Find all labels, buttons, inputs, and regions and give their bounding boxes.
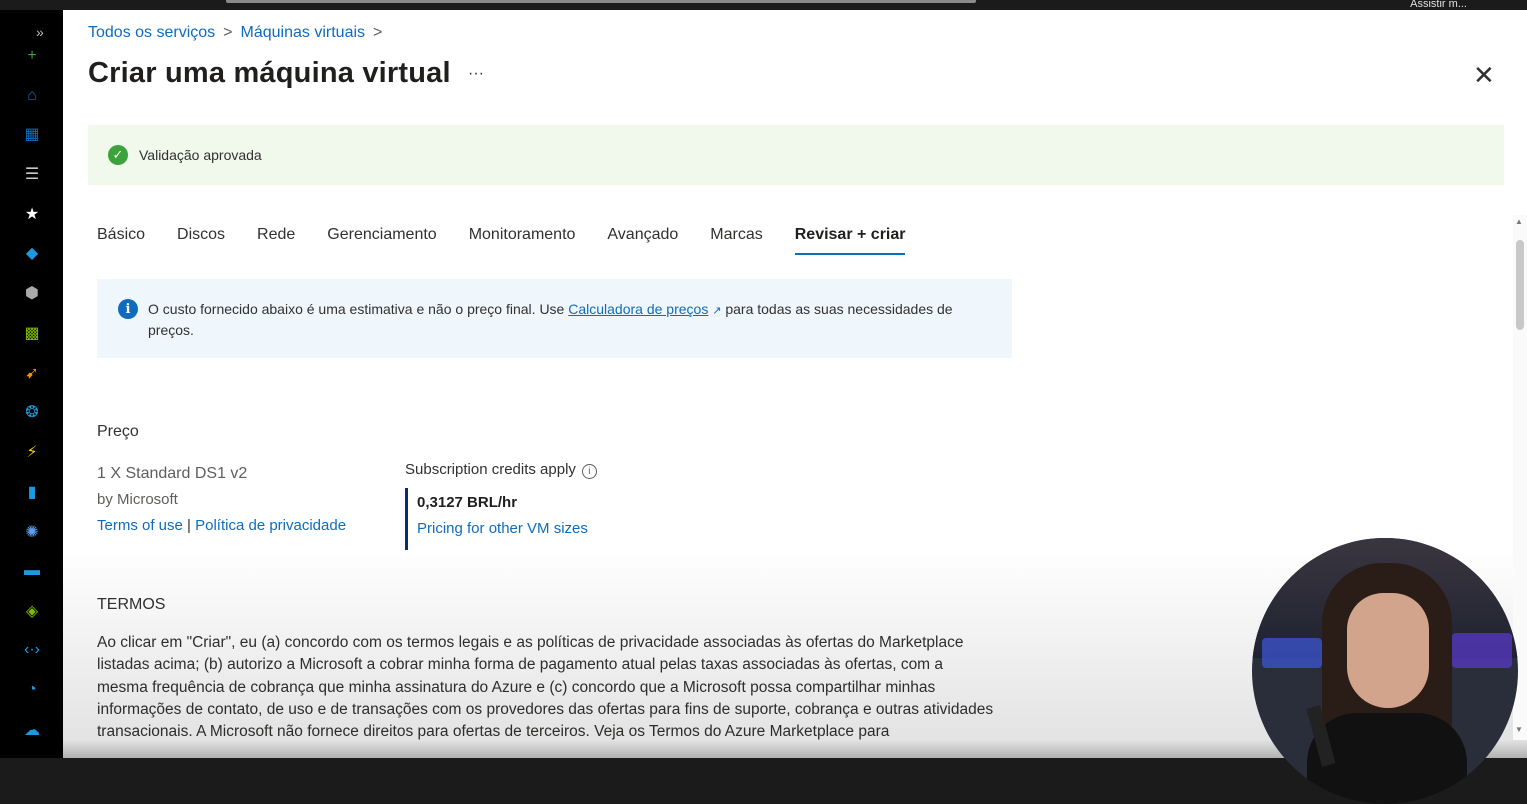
portal-left-nav: » + ⌂ ▦ ☰ ★ ◆ ⬢ ▩ ➹ ❂ ⚡ ▮ ✺ ▬ ◈ ‹·› ◔ ☁ bbox=[0, 10, 63, 758]
validation-banner: ✓ Validação aprovada bbox=[88, 125, 1504, 185]
breadcrumb-virtual-machines[interactable]: Máquinas virtuais bbox=[241, 24, 366, 42]
info-text-before: O custo fornecido abaixo é uma estimativ… bbox=[148, 301, 565, 317]
dashboard-icon[interactable]: ▦ bbox=[20, 122, 44, 146]
all-services-icon[interactable]: ☰ bbox=[20, 162, 44, 186]
resource-icon[interactable]: ⬢ bbox=[20, 281, 44, 305]
privacy-policy-link[interactable]: Política de privacidade bbox=[195, 517, 346, 534]
favorites-star-icon[interactable]: ★ bbox=[20, 202, 44, 226]
tab-monitoramento[interactable]: Monitoramento bbox=[469, 226, 576, 255]
quickstart-icon[interactable]: ➹ bbox=[20, 361, 44, 385]
presenter-webcam-overlay bbox=[1252, 538, 1518, 804]
all-resources-icon[interactable]: ▩ bbox=[20, 321, 44, 345]
scroll-up-arrow-icon[interactable]: ▲ bbox=[1515, 217, 1523, 226]
scrollbar-thumb[interactable] bbox=[1516, 240, 1524, 330]
tab-discos[interactable]: Discos bbox=[177, 226, 225, 255]
other-vm-sizes-link[interactable]: Pricing for other VM sizes bbox=[417, 520, 677, 537]
tab-rede[interactable]: Rede bbox=[257, 226, 295, 255]
address-bar[interactable] bbox=[226, 0, 976, 3]
tab-revisar-criar[interactable]: Revisar + criar bbox=[794, 226, 906, 255]
scroll-down-arrow-icon[interactable]: ▼ bbox=[1515, 725, 1523, 734]
price-box: 0,3127 BRL/hr Pricing for other VM sizes bbox=[405, 488, 677, 550]
resource-groups-icon[interactable]: ◆ bbox=[20, 241, 44, 265]
virtual-machine-icon[interactable]: ▬ bbox=[20, 559, 44, 583]
breadcrumb-separator: > bbox=[223, 24, 233, 41]
tab-basico[interactable]: Básico bbox=[97, 226, 145, 255]
close-icon[interactable]: ✕ bbox=[1473, 62, 1495, 88]
terms-of-use-link[interactable]: Terms of use bbox=[97, 517, 183, 534]
info-icon: i bbox=[118, 299, 138, 319]
tab-gerenciamento[interactable]: Gerenciamento bbox=[327, 226, 436, 255]
subscription-credits-text: Subscription credits apply bbox=[405, 461, 576, 478]
virtual-network-icon[interactable]: ❂ bbox=[20, 400, 44, 424]
external-link-icon: ↗ bbox=[712, 305, 722, 317]
plus-icon[interactable]: + bbox=[20, 44, 44, 68]
page-title: Criar uma máquina virtual bbox=[88, 57, 451, 89]
product-name: 1 X Standard DS1 v2 bbox=[97, 465, 248, 482]
terms-heading: TERMOS bbox=[97, 596, 166, 613]
breadcrumb-all-services[interactable]: Todos os serviços bbox=[88, 24, 215, 42]
function-app-icon[interactable]: ⚡ bbox=[20, 440, 44, 464]
monitor-icon[interactable]: ◔ bbox=[20, 678, 44, 702]
advisor-icon[interactable]: ☁ bbox=[20, 718, 44, 742]
terms-body: Ao clicar em "Criar", eu (a) concordo co… bbox=[97, 634, 994, 741]
code-icon[interactable]: ‹·› bbox=[20, 638, 44, 662]
validation-text: Validação aprovada bbox=[139, 147, 262, 163]
link-divider: | bbox=[187, 517, 191, 534]
load-balancer-icon[interactable]: ◈ bbox=[20, 599, 44, 623]
breadcrumb: Todos os serviços > Máquinas virtuais > bbox=[88, 24, 382, 42]
cosmos-db-icon[interactable]: ✺ bbox=[20, 520, 44, 544]
publisher: by Microsoft bbox=[97, 491, 178, 508]
subscription-credits: Subscription credits apply i bbox=[405, 461, 597, 479]
price-summary: Subscription credits apply i 0,3127 BRL/h… bbox=[405, 461, 597, 550]
breadcrumb-separator: > bbox=[373, 24, 383, 41]
hourly-cost: 0,3127 BRL/hr bbox=[417, 494, 518, 511]
more-options-button[interactable]: ··· bbox=[468, 65, 484, 83]
info-text: O custo fornecido abaixo é uma estimativ… bbox=[148, 300, 993, 340]
presenter-face bbox=[1347, 593, 1429, 708]
webcam-light bbox=[1452, 633, 1512, 668]
home-icon[interactable]: ⌂ bbox=[20, 84, 44, 108]
price-heading: Preço bbox=[97, 423, 139, 440]
tab-marcas[interactable]: Marcas bbox=[710, 226, 762, 255]
browser-top-bar: Assistir m... bbox=[0, 0, 1527, 10]
price-product-info: 1 X Standard DS1 v2 by Microsoft Terms o… bbox=[97, 461, 346, 539]
wizard-tabs: Básico Discos Rede Gerenciamento Monitor… bbox=[97, 226, 937, 255]
tab-avancado[interactable]: Avançado bbox=[607, 226, 678, 255]
sql-database-icon[interactable]: ▮ bbox=[20, 480, 44, 504]
pricing-info-banner: i O custo fornecido abaixo é uma estimat… bbox=[97, 279, 1012, 358]
expand-menu-icon[interactable]: » bbox=[36, 24, 44, 40]
checkmark-icon: ✓ bbox=[108, 145, 128, 165]
video-overlay-text: Assistir m... bbox=[1410, 0, 1467, 10]
credits-info-icon[interactable]: i bbox=[581, 464, 597, 479]
pricing-calculator-link[interactable]: Calculadora de preços bbox=[568, 301, 708, 317]
webcam-light bbox=[1262, 638, 1322, 668]
